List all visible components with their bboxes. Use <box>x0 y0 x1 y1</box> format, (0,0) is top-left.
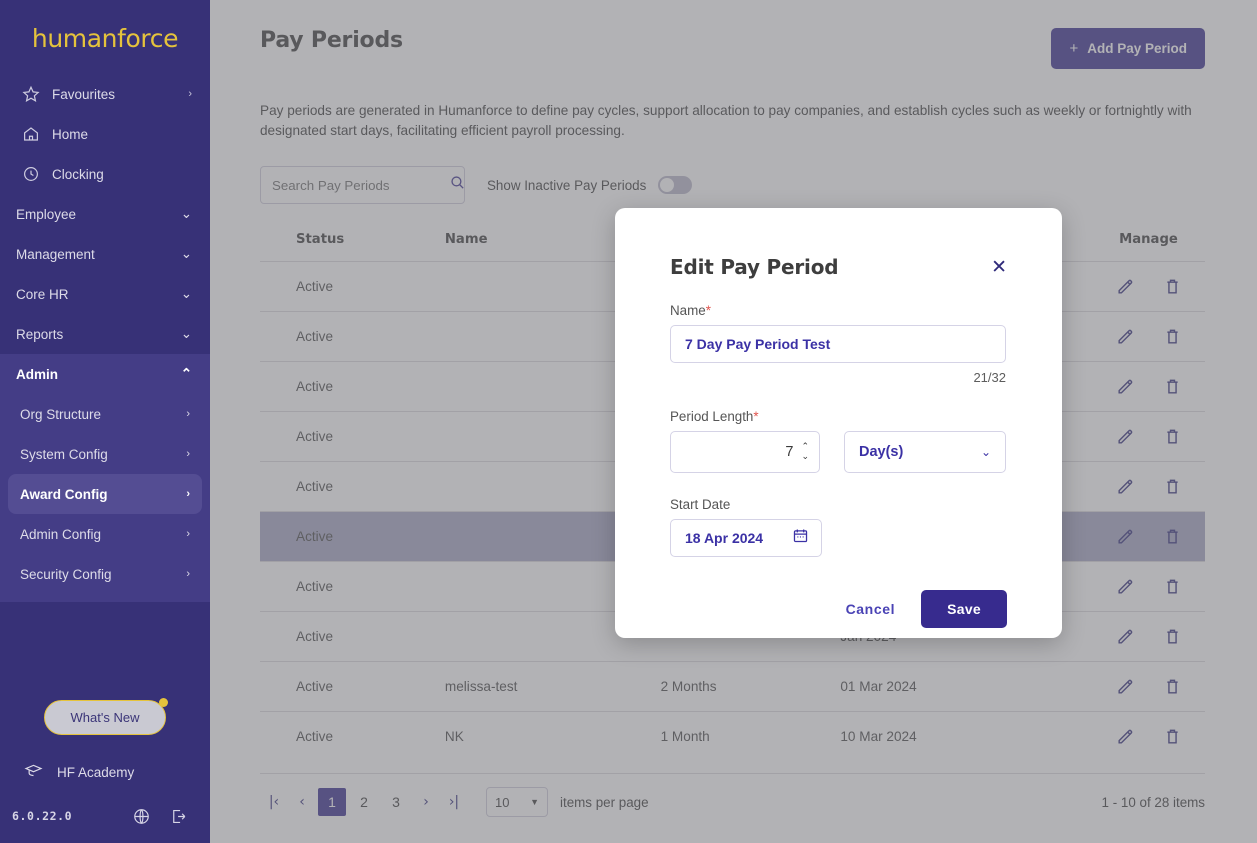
sidebar-footer-icons <box>132 807 188 826</box>
sidebar-group-core-hr[interactable]: Core HR ⌄ <box>0 274 210 314</box>
stepper-up-icon[interactable]: ⌃ <box>801 443 809 452</box>
sidebar-item-security-config[interactable]: Security Config › <box>8 554 202 594</box>
chevron-right-icon: › <box>186 488 190 500</box>
sidebar-item-favourites[interactable]: Favourites › <box>0 74 210 114</box>
sidebar-group-label: Management <box>16 247 181 262</box>
logo[interactable]: humanforce <box>0 0 210 70</box>
sidebar-footer: What's New HF Academy 6.0.22.0 <box>0 700 210 843</box>
period-unit-select[interactable]: Day(s) ⌄ <box>844 431 1006 473</box>
clock-icon <box>22 165 52 183</box>
sidebar-item-system-config[interactable]: System Config › <box>8 434 202 474</box>
sidebar-subitem-label: Award Config <box>20 487 186 502</box>
sidebar-group-label: Admin <box>16 367 181 382</box>
start-date-picker[interactable]: 18 Apr 2024 <box>670 519 822 557</box>
period-unit-value: Day(s) <box>859 444 981 460</box>
sidebar-group-employee[interactable]: Employee ⌄ <box>0 194 210 234</box>
sidebar-group-reports[interactable]: Reports ⌄ <box>0 314 210 354</box>
sidebar-version-row: 6.0.22.0 <box>0 803 210 829</box>
sidebar-subitem-label: Admin Config <box>20 527 186 542</box>
main-content: Pay Periods + Add Pay Period Pay periods… <box>210 0 1257 843</box>
sidebar-item-org-structure[interactable]: Org Structure › <box>8 394 202 434</box>
whats-new-wrapper: What's New <box>0 700 210 735</box>
name-input[interactable] <box>670 325 1006 363</box>
chevron-down-icon: ⌄ <box>181 206 192 222</box>
sidebar-item-label: Favourites <box>52 87 188 102</box>
sidebar-subitem-label: Org Structure <box>20 407 186 422</box>
sidebar-item-clocking[interactable]: Clocking <box>0 154 210 194</box>
edit-pay-period-modal: Edit Pay Period ✕ Name* 21/32 Period Len… <box>615 208 1062 638</box>
stepper-arrows: ⌃ ⌄ <box>801 443 809 462</box>
sidebar-admin-submenu: Org Structure › System Config › Award Co… <box>0 394 210 602</box>
sidebar-item-label: Home <box>52 127 192 142</box>
sidebar: humanforce Favourites › Home Clocki <box>0 0 210 843</box>
period-length-label-text: Period Length <box>670 409 753 424</box>
sidebar-item-award-config[interactable]: Award Config › <box>8 474 202 514</box>
hf-academy-link[interactable]: HF Academy <box>0 757 210 787</box>
app-root: humanforce Favourites › Home Clocki <box>0 0 1257 843</box>
sidebar-nav-top: Favourites › Home Clocking <box>0 70 210 194</box>
name-field-label: Name* <box>670 303 1007 318</box>
name-character-counter: 21/32 <box>670 370 1006 385</box>
globe-icon[interactable] <box>132 807 151 826</box>
sidebar-item-admin-config[interactable]: Admin Config › <box>8 514 202 554</box>
calendar-icon[interactable] <box>792 527 809 549</box>
cancel-button[interactable]: Cancel <box>832 590 910 628</box>
chevron-down-icon: ⌄ <box>181 286 192 302</box>
chevron-right-icon: › <box>188 88 192 100</box>
sidebar-subitem-label: System Config <box>20 447 186 462</box>
sidebar-group-admin[interactable]: Admin ⌃ <box>0 354 210 394</box>
star-icon <box>22 85 52 103</box>
logout-icon[interactable] <box>169 807 188 826</box>
sidebar-group-label: Core HR <box>16 287 181 302</box>
modal-header: Edit Pay Period ✕ <box>670 255 1007 279</box>
chevron-down-icon: ⌄ <box>181 326 192 342</box>
chevron-right-icon: › <box>186 528 190 540</box>
home-icon <box>22 125 52 143</box>
save-button[interactable]: Save <box>921 590 1007 628</box>
name-label-text: Name <box>670 303 706 318</box>
start-date-field-label: Start Date <box>670 497 1007 512</box>
chevron-down-icon: ⌄ <box>181 246 192 262</box>
graduation-cap-icon <box>24 761 43 783</box>
sidebar-subitem-label: Security Config <box>20 567 186 582</box>
period-length-stepper[interactable]: 7 ⌃ ⌄ <box>670 431 820 473</box>
start-date-value: 18 Apr 2024 <box>685 530 784 546</box>
whats-new-label: What's New <box>71 710 140 725</box>
notification-dot-icon <box>159 698 168 707</box>
sidebar-item-home[interactable]: Home <box>0 114 210 154</box>
chevron-right-icon: › <box>186 408 190 420</box>
sidebar-item-label: Clocking <box>52 167 192 182</box>
chevron-up-icon: ⌃ <box>181 366 192 382</box>
sidebar-group-label: Reports <box>16 327 181 342</box>
hf-academy-label: HF Academy <box>57 765 134 780</box>
period-length-field-label: Period Length* <box>670 409 1007 424</box>
logo-text: humanforce <box>32 24 178 53</box>
sidebar-group-management[interactable]: Management ⌄ <box>0 234 210 274</box>
period-length-value: 7 <box>785 444 793 460</box>
chevron-down-icon: ⌄ <box>981 445 991 459</box>
period-length-row: 7 ⌃ ⌄ Day(s) ⌄ <box>670 431 1007 473</box>
close-icon[interactable]: ✕ <box>991 258 1007 277</box>
chevron-right-icon: › <box>186 568 190 580</box>
whats-new-button[interactable]: What's New <box>44 700 167 735</box>
required-asterisk-icon: * <box>706 303 711 318</box>
modal-actions: Cancel Save <box>670 590 1007 628</box>
sidebar-group-label: Employee <box>16 207 181 222</box>
required-asterisk-icon: * <box>753 409 758 424</box>
modal-title: Edit Pay Period <box>670 255 991 279</box>
stepper-down-icon[interactable]: ⌄ <box>801 453 809 462</box>
chevron-right-icon: › <box>186 448 190 460</box>
version-label: 6.0.22.0 <box>12 809 132 823</box>
